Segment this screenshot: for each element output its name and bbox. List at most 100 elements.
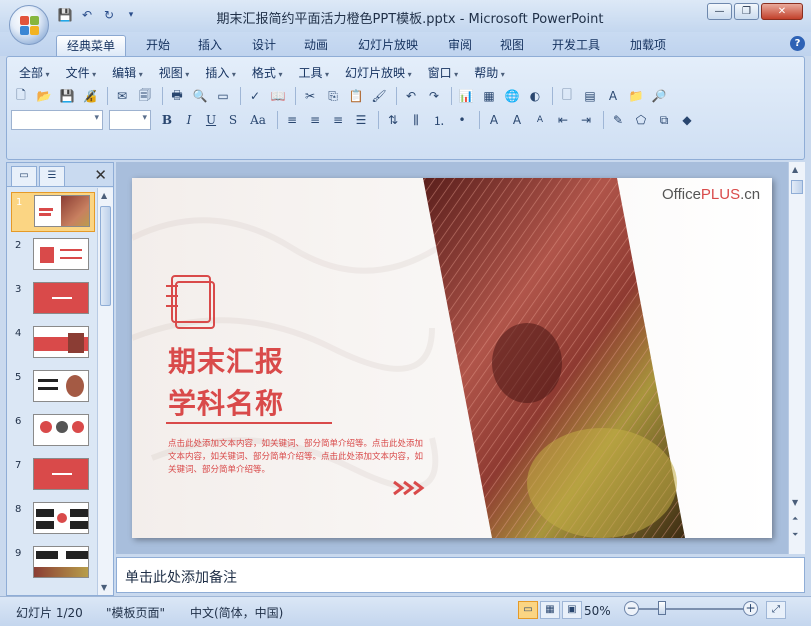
next-slide-icon[interactable]: ⏷ xyxy=(792,530,798,540)
email-icon[interactable]: ✉ xyxy=(112,86,132,106)
notes-placeholder[interactable]: 单击此处添加备注 xyxy=(125,567,237,587)
office-button[interactable] xyxy=(9,5,49,45)
slide-thumbnail[interactable]: 5 xyxy=(11,368,95,408)
color-grayscale-icon[interactable]: ◐ xyxy=(525,86,545,106)
fill-color-icon[interactable]: ◆ xyxy=(677,110,697,130)
undo-icon[interactable]: ↶ xyxy=(78,6,96,24)
change-case-button[interactable]: Aa xyxy=(245,110,271,130)
language-indicator[interactable]: 中文(简体，中国) xyxy=(190,604,283,621)
menu-format[interactable]: 格式 xyxy=(244,64,291,81)
editor-scrollbar[interactable]: ▲ ▼ ⏶ ⏷ xyxy=(788,162,805,554)
slide-thumbnail[interactable]: 7 xyxy=(11,456,95,496)
tab-insert[interactable]: 插入 xyxy=(188,35,232,56)
menu-help[interactable]: 帮助 xyxy=(466,64,513,81)
publish-icon[interactable]: 🗐 xyxy=(135,86,155,106)
spelling-icon[interactable]: ✓ xyxy=(245,86,265,106)
slide-thumbnail[interactable]: 6 xyxy=(11,412,95,452)
slide-thumbnail[interactable]: 3 xyxy=(11,280,95,320)
text-direction-icon[interactable]: ⇅ xyxy=(383,110,403,130)
shadow-button[interactable]: S xyxy=(223,110,243,130)
slide-thumbnail[interactable]: 9 xyxy=(11,544,95,584)
customize-qat-icon[interactable]: ▾ xyxy=(122,6,140,24)
menu-all[interactable]: 全部 xyxy=(11,64,58,81)
open-folder-icon[interactable]: 📂 xyxy=(34,86,54,106)
menu-view[interactable]: 视图 xyxy=(151,64,198,81)
notes-pane[interactable]: 单击此处添加备注 xyxy=(116,557,805,593)
cut-icon[interactable]: ✂ xyxy=(300,86,320,106)
redo-icon[interactable]: ↷ xyxy=(424,86,444,106)
insert-chart-icon[interactable]: 📊 xyxy=(456,86,476,106)
slide-thumbnail[interactable]: 8 xyxy=(11,500,95,540)
menu-insert[interactable]: 插入 xyxy=(197,64,244,81)
folder-icon[interactable]: 📁 xyxy=(626,86,646,106)
shapes-icon[interactable]: ⬠ xyxy=(631,110,651,130)
help-icon[interactable]: ? xyxy=(790,36,805,51)
menu-tools[interactable]: 工具 xyxy=(290,64,337,81)
align-left-icon[interactable]: ≡ xyxy=(282,110,302,130)
redo-icon[interactable]: ↻ xyxy=(100,6,118,24)
format-painter-icon[interactable]: 🖌 xyxy=(369,86,389,106)
print-icon[interactable]: 🖶 xyxy=(167,86,187,106)
zoom-icon[interactable]: 🔎 xyxy=(649,86,669,106)
columns-icon[interactable]: ⫼ xyxy=(406,110,426,130)
minimize-button[interactable]: — xyxy=(707,3,732,20)
zoom-slider-track[interactable] xyxy=(638,608,748,610)
menu-file[interactable]: 文件 xyxy=(58,64,105,81)
close-button[interactable]: ✕ xyxy=(761,3,803,20)
font-size-combo[interactable] xyxy=(109,110,151,130)
restore-button[interactable]: ❐ xyxy=(734,3,759,20)
zoom-in-button[interactable]: + xyxy=(743,601,758,616)
decrease-indent-icon[interactable]: ⇤ xyxy=(553,110,573,130)
text-box-icon[interactable]: A xyxy=(603,86,623,106)
design-icon[interactable]: ✎ xyxy=(608,110,628,130)
menu-edit[interactable]: 编辑 xyxy=(104,64,151,81)
save-icon[interactable]: 💾 xyxy=(57,86,77,106)
increase-font-icon[interactable]: A xyxy=(484,110,504,130)
tab-outline[interactable]: ☰ xyxy=(39,166,65,186)
new-file-icon[interactable]: 🗋 xyxy=(11,86,31,106)
zoom-out-button[interactable]: − xyxy=(624,601,639,616)
scroll-down-icon[interactable]: ▼ xyxy=(101,583,107,592)
slideshow-button[interactable]: ▣ xyxy=(562,601,582,619)
tab-classic-menu[interactable]: 经典菜单 xyxy=(56,35,126,56)
menu-window[interactable]: 窗口 xyxy=(420,64,467,81)
tab-view[interactable]: 视图 xyxy=(490,35,534,56)
increase-indent-icon[interactable]: ⇥ xyxy=(576,110,596,130)
insert-table-icon[interactable]: ▦ xyxy=(479,86,499,106)
scrollbar-thumb[interactable] xyxy=(100,206,111,306)
menu-slideshow[interactable]: 幻灯片放映 xyxy=(337,64,420,81)
slide-thumbnail[interactable]: 2 xyxy=(11,236,95,276)
paste-icon[interactable]: 📋 xyxy=(346,86,366,106)
slides-panel-scrollbar[interactable]: ▲ ▼ xyxy=(97,188,113,595)
bold-button[interactable]: B xyxy=(157,110,177,130)
copy-icon[interactable]: ⎘ xyxy=(323,86,343,106)
research-icon[interactable]: 📖 xyxy=(268,86,288,106)
align-right-icon[interactable]: ≡ xyxy=(328,110,348,130)
tab-slides[interactable]: ▭ xyxy=(11,166,37,186)
print-preview-icon[interactable]: 🔍 xyxy=(190,86,210,106)
slide-layout-icon[interactable]: ▤ xyxy=(580,86,600,106)
arrange-icon[interactable]: ⧉ xyxy=(654,110,674,130)
tab-design[interactable]: 设计 xyxy=(242,35,286,56)
shrink-font-icon[interactable]: A xyxy=(530,110,550,130)
grow-font-icon[interactable]: A xyxy=(507,110,527,130)
save-icon[interactable]: 💾 xyxy=(56,6,74,24)
fit-to-window-button[interactable]: ⤢ xyxy=(766,601,786,619)
justify-icon[interactable]: ☰ xyxy=(351,110,371,130)
tab-slideshow[interactable]: 幻灯片放映 xyxy=(350,35,426,56)
undo-icon[interactable]: ↶ xyxy=(401,86,421,106)
slide-canvas[interactable]: OfficePLUS.cn 期末汇报 学科名称 点击此处添加文本内容，如关键词、… xyxy=(132,178,772,538)
font-name-combo[interactable] xyxy=(11,110,103,130)
layout-icon[interactable]: ▭ xyxy=(213,86,233,106)
new-slide-icon[interactable]: 🗌 xyxy=(557,86,577,106)
permission-icon[interactable]: 🔏 xyxy=(80,86,100,106)
insert-clipart-icon[interactable]: 🌐 xyxy=(502,86,522,106)
slide-thumbnail[interactable]: 4 xyxy=(11,324,95,364)
tab-home[interactable]: 开始 xyxy=(136,35,180,56)
slide-thumbnail[interactable]: 1 xyxy=(11,192,95,232)
bullets-icon[interactable]: • xyxy=(452,110,472,130)
zoom-level[interactable]: 50% xyxy=(584,604,611,618)
tab-review[interactable]: 审阅 xyxy=(438,35,482,56)
scroll-up-icon[interactable]: ▲ xyxy=(101,191,107,200)
scroll-down-icon[interactable]: ▼ xyxy=(792,498,798,507)
